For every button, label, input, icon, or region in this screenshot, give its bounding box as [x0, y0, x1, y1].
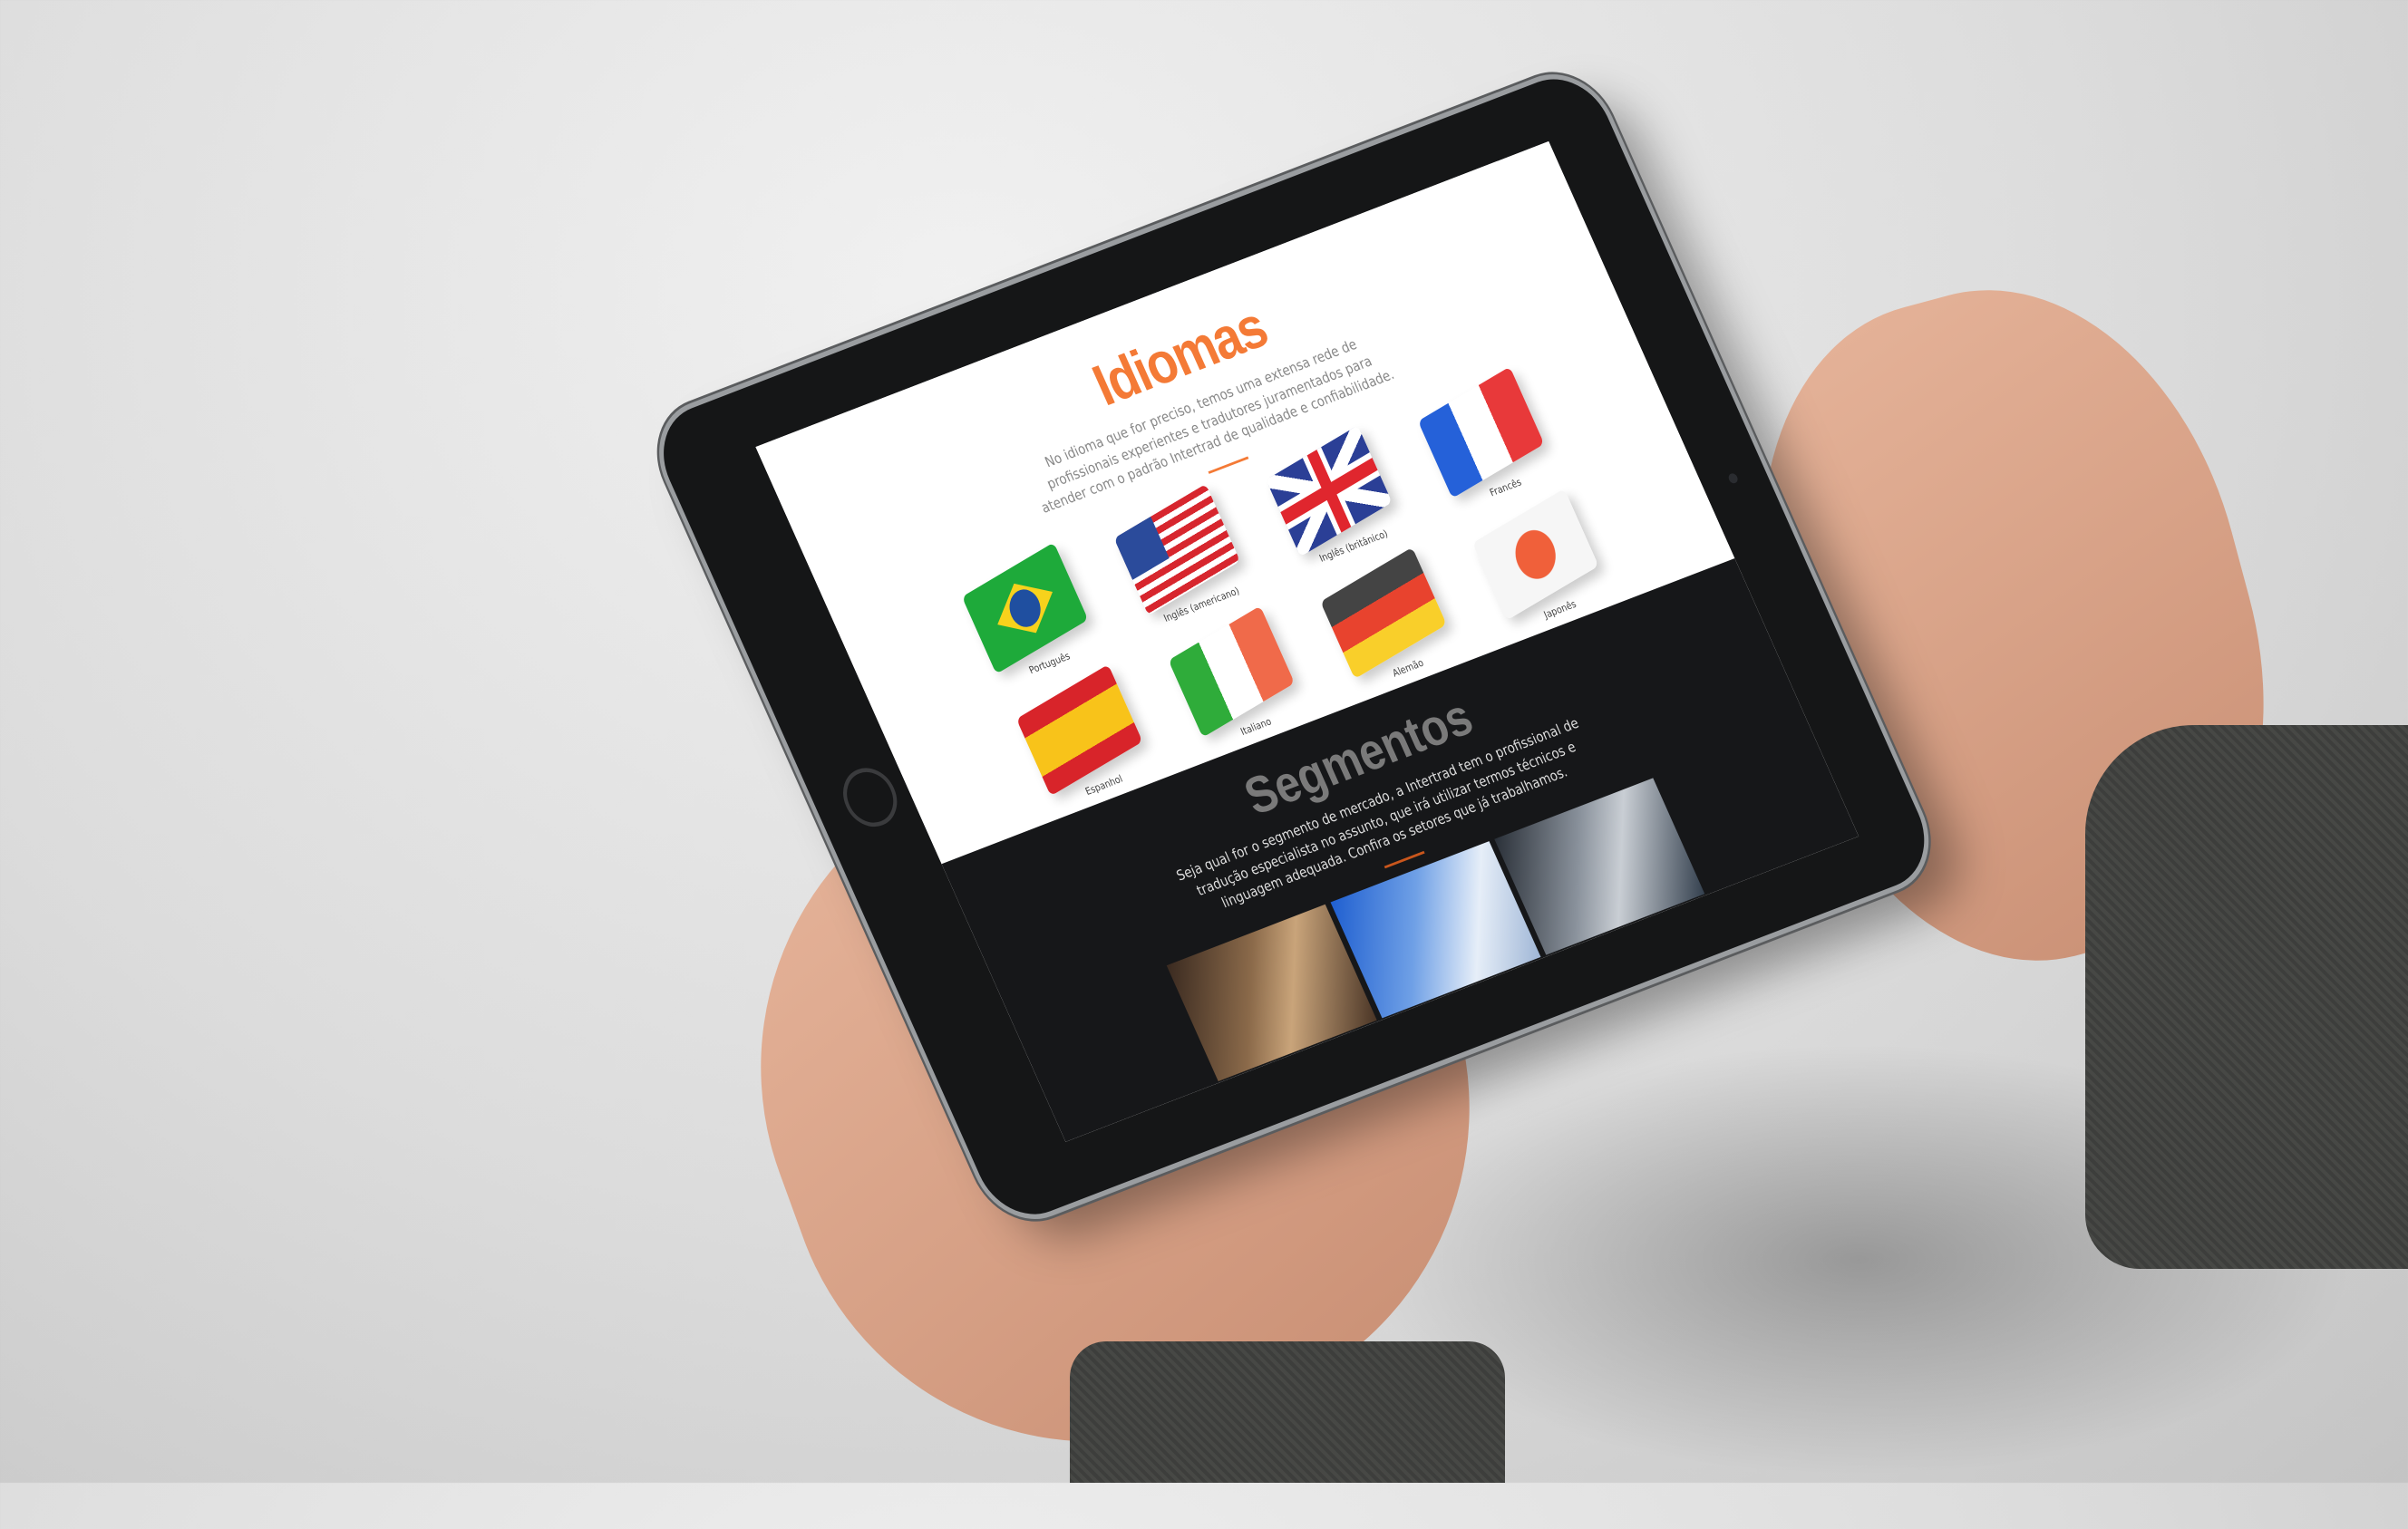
flag-label: Italiano — [1238, 715, 1274, 738]
home-button[interactable] — [833, 760, 907, 835]
flag-label: Francês — [1488, 476, 1524, 499]
flag-portugues[interactable]: Português — [952, 542, 1109, 691]
japan-flag-icon — [1471, 489, 1599, 621]
germany-flag-icon — [1320, 547, 1447, 680]
flag-label: Japonês — [1541, 597, 1578, 621]
italy-flag-icon — [1168, 605, 1295, 738]
web-page: Idiomas No idioma que for preciso, temos… — [755, 140, 1859, 1142]
france-flag-icon — [1417, 366, 1545, 498]
camera-icon — [1726, 472, 1740, 485]
flag-label: Português — [1026, 650, 1073, 676]
right-sleeve — [2085, 725, 2408, 1269]
flag-label: Alemão — [1390, 656, 1426, 680]
left-sleeve — [1070, 1341, 1505, 1483]
divider — [1384, 850, 1425, 869]
divider — [1208, 456, 1249, 474]
flag-label: Espanhol — [1083, 772, 1125, 798]
flag-frances[interactable]: Francês — [1408, 366, 1565, 515]
spain-flag-icon — [1015, 663, 1143, 797]
flag-ingles-britanico[interactable]: Inglês (britânico) — [1256, 425, 1413, 573]
flag-ingles-americano[interactable]: Inglês (americano) — [1103, 483, 1260, 632]
